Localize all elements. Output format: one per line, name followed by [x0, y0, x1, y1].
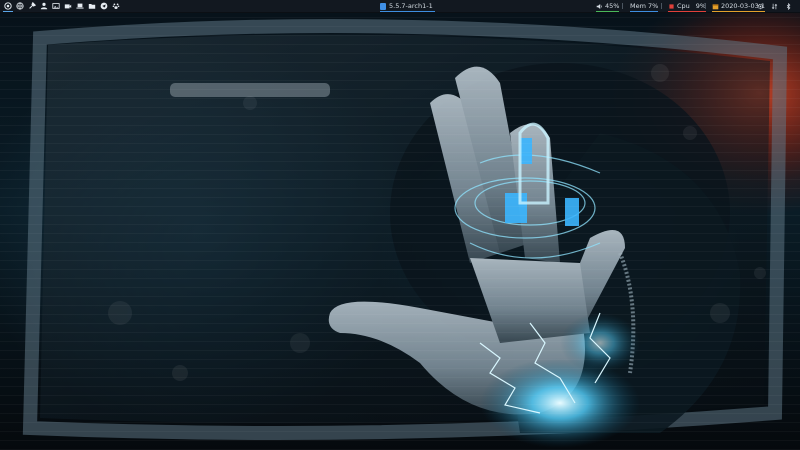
cpu-widget[interactable]: Cpu 9% [668, 0, 707, 12]
bluetooth-icon[interactable] [784, 2, 792, 10]
desktop-wallpaper [0, 13, 800, 450]
window-icon [380, 2, 386, 10]
network-icon[interactable] [770, 2, 778, 10]
browser-icon[interactable] [15, 1, 25, 11]
memory-widget[interactable]: Mem 7% [630, 0, 659, 12]
separator [622, 3, 623, 9]
cpu-underline [668, 11, 707, 12]
window-title-text: 5.5.7-arch1-1 [389, 2, 433, 10]
image-viewer-icon[interactable] [51, 1, 61, 11]
paw-icon[interactable] [111, 1, 121, 11]
volume-icon [596, 3, 602, 9]
cpu-icon [669, 3, 674, 9]
telegram-icon[interactable] [99, 1, 109, 11]
volume-widget[interactable]: 45% [596, 0, 620, 12]
date-underline [712, 11, 765, 12]
top-panel: 5.5.7-arch1-1 45% Mem 7% Cpu 9% 2020-03-… [0, 0, 800, 13]
applications-menu-icon[interactable] [3, 1, 13, 12]
folder-icon[interactable] [87, 1, 97, 11]
tools-icon[interactable] [27, 1, 37, 11]
video-icon[interactable] [63, 1, 73, 11]
memory-underline [630, 11, 659, 12]
gear-icon[interactable] [756, 2, 764, 10]
laptop-icon[interactable] [75, 1, 85, 11]
separator [705, 3, 706, 9]
calendar-icon [712, 3, 719, 9]
separator [661, 3, 662, 9]
user-icon[interactable] [39, 1, 49, 11]
active-window-title[interactable]: 5.5.7-arch1-1 [380, 0, 435, 12]
volume-underline [596, 11, 620, 12]
hand-hologram-wallpaper [22, 13, 800, 448]
